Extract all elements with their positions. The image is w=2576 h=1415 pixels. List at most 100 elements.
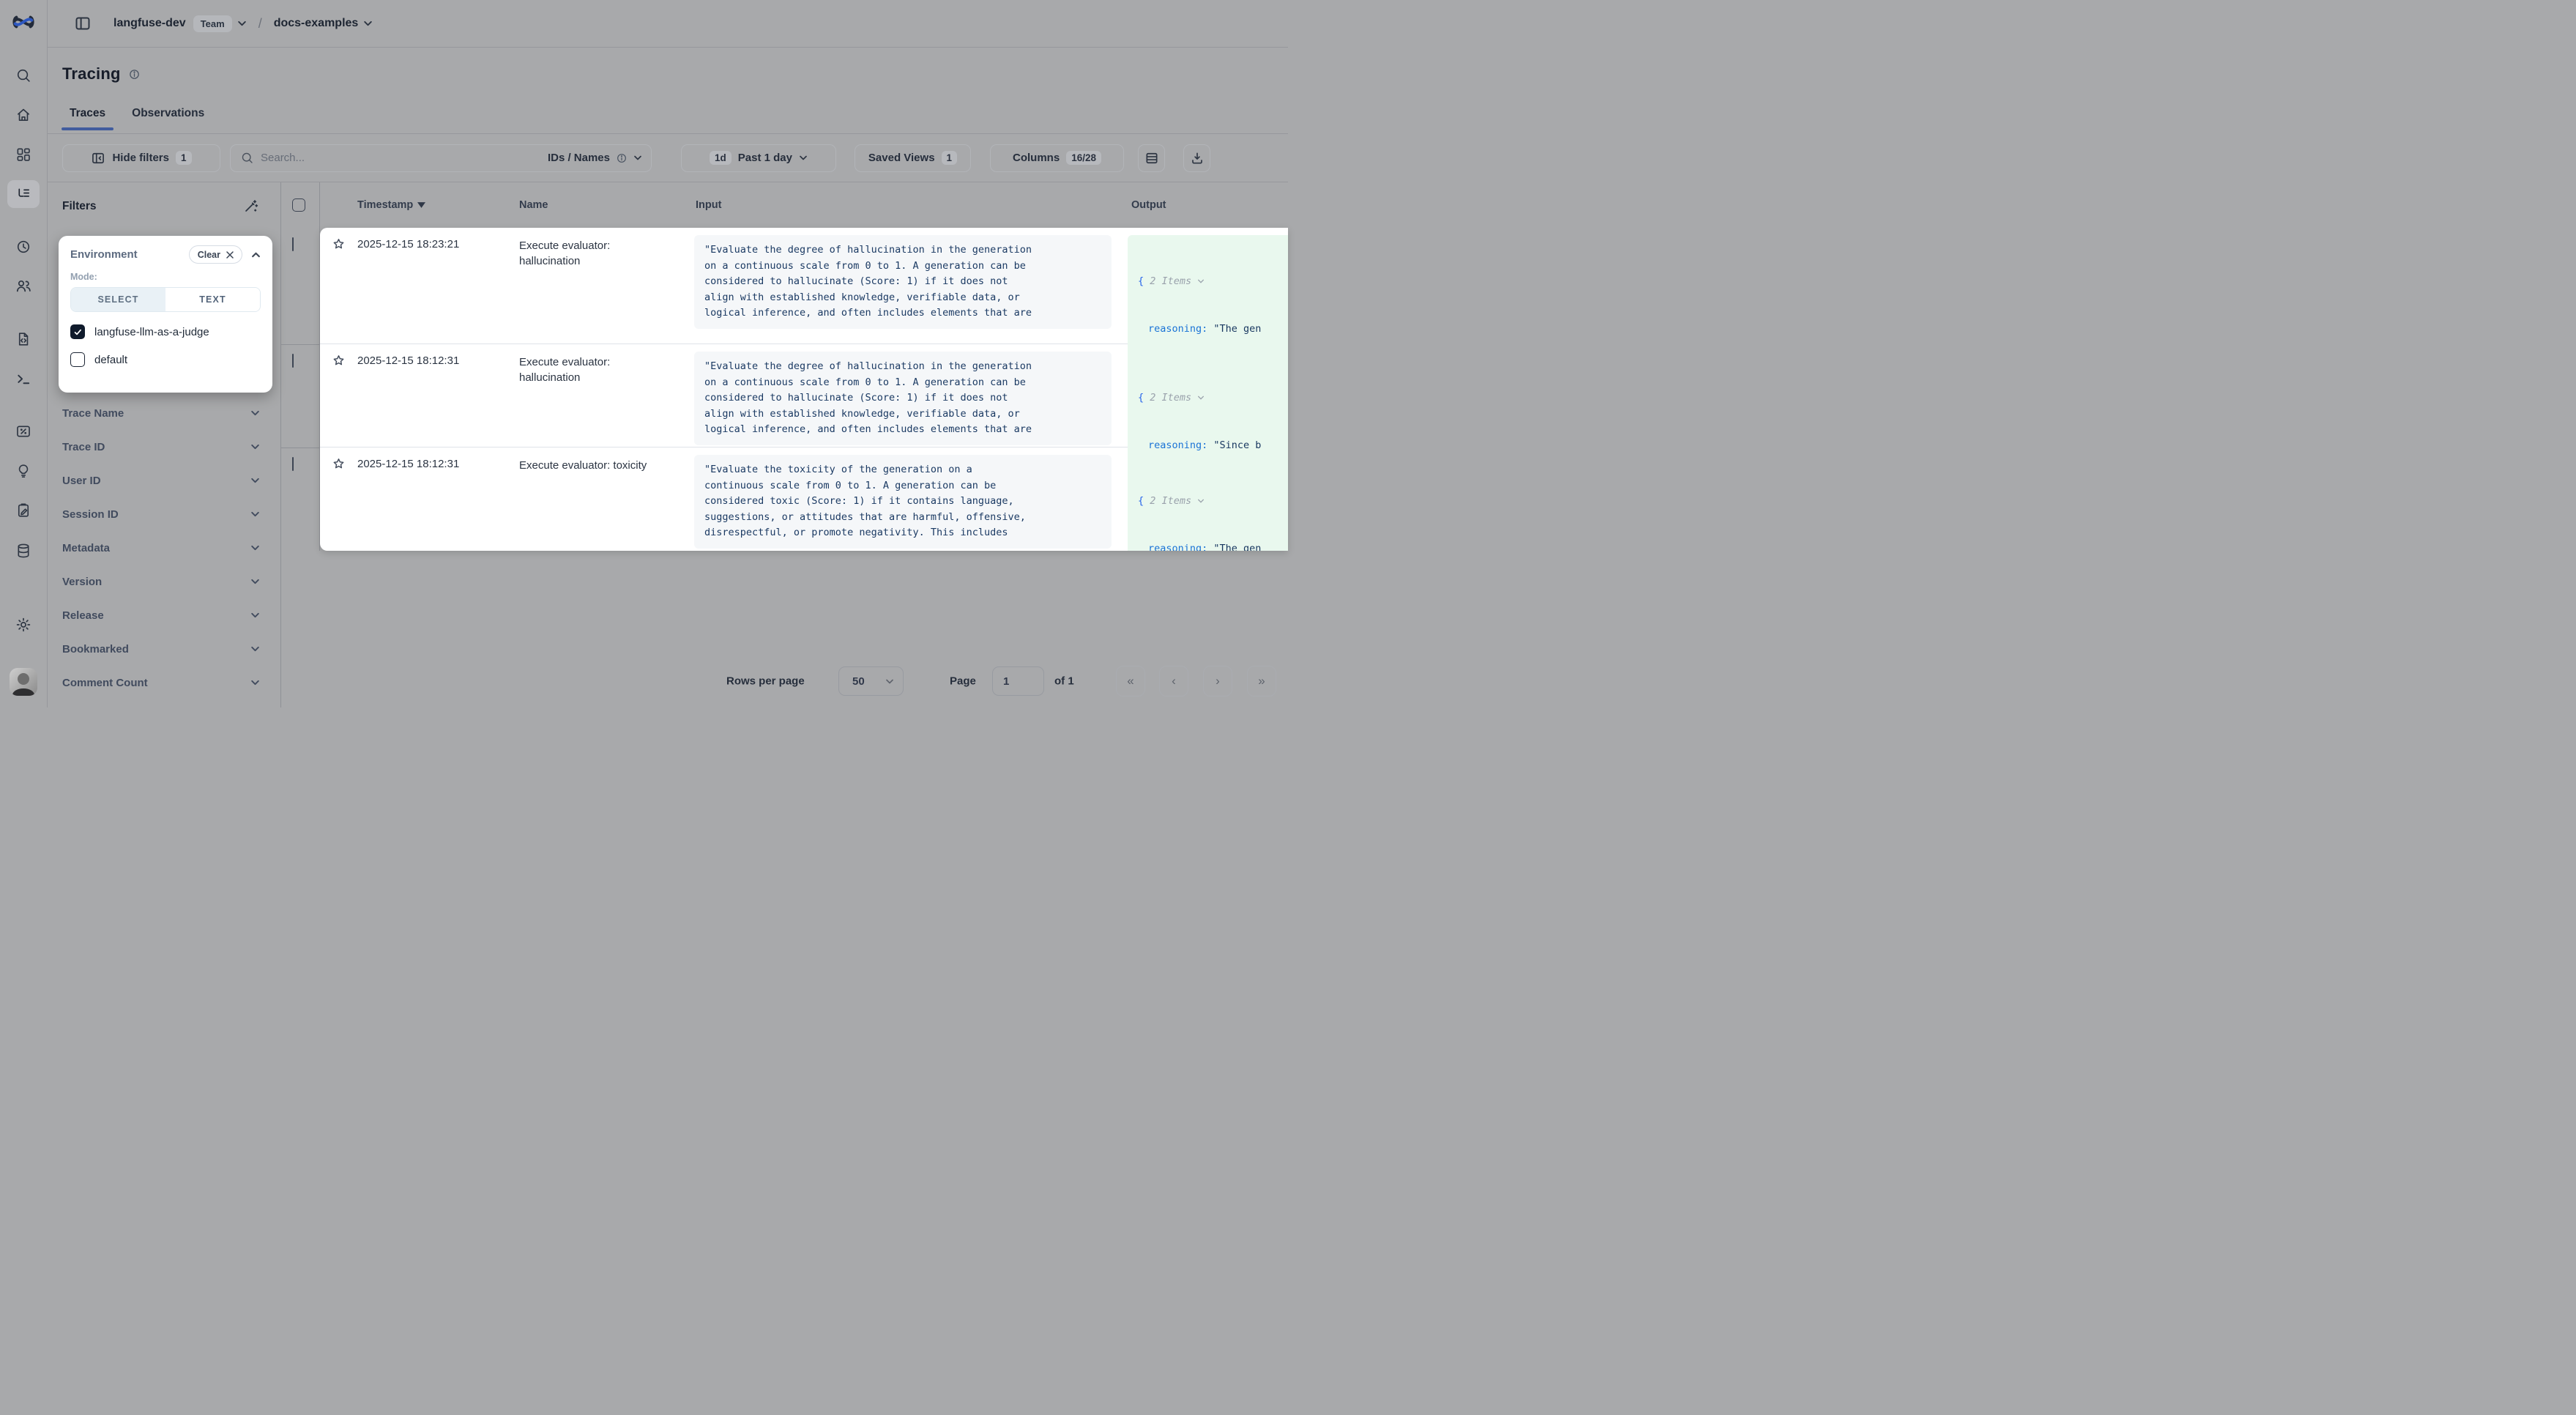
search-scope-select[interactable]: IDs / Names [548,152,642,164]
scores-percent-icon[interactable] [15,423,32,440]
home-icon[interactable] [15,107,32,124]
user-avatar[interactable] [10,668,37,696]
filters-heading: Filters [62,200,97,213]
row-height-button[interactable] [1138,144,1165,172]
filter-item-comment-count[interactable]: Comment Count [48,666,280,699]
playground-terminal-icon[interactable] [15,371,32,387]
table-row[interactable]: 2025-12-15 18:12:31 Execute evaluator: h… [320,344,1288,447]
page-number-input[interactable] [993,675,1043,688]
time-range-button[interactable]: 1d Past 1 day [681,144,836,172]
annotation-clipboard-icon[interactable] [15,502,32,519]
mode-label: Mode: [70,272,261,282]
last-page-button[interactable]: » [1247,666,1276,697]
trace-name: Execute evaluator: hallucination [519,354,670,385]
trace-input-preview[interactable]: "Evaluate the toxicity of the generation… [694,455,1112,549]
table-header: Timestamp Name Input Output [281,182,1288,228]
traces-table-body: 2025-12-15 18:23:21 Execute evaluator: h… [320,228,1288,551]
prompts-file-icon[interactable] [15,331,32,348]
search-bar[interactable]: IDs / Names [230,144,652,172]
breadcrumb-divider: / [258,16,262,31]
prev-page-button[interactable]: ‹ [1159,666,1188,697]
page-number-box [992,666,1044,696]
sidebar-item-tracing-active[interactable] [7,180,40,208]
wand-icon[interactable] [242,198,258,215]
filters-sidebar: Filters Environment Clear Mode: SELECT T… [48,182,281,708]
tab-observations[interactable]: Observations [124,103,212,133]
row-checkbox[interactable] [292,238,294,251]
table-toolbar: Hide filters 1 IDs / Names 1d Past 1 day… [48,134,1288,182]
column-header-output[interactable]: Output [1131,199,1166,211]
columns-button[interactable]: Columns 16/28 [990,144,1124,172]
project-chevron-down-icon[interactable] [363,20,373,27]
datasets-database-icon[interactable] [15,543,32,560]
mode-segmented-control: SELECT TEXT [70,287,261,312]
langfuse-traces-page: { "topbar": { "org": "langfuse-dev", "or… [0,0,1288,708]
trace-timestamp: 2025-12-15 18:23:21 [357,238,459,250]
filter-item-user-id[interactable]: User ID [48,464,280,497]
page-header: Tracing Traces Observations [48,48,1288,134]
filter-item-bookmarked[interactable]: Bookmarked [48,632,280,666]
bookmark-star-icon[interactable] [332,237,346,251]
filter-item-release[interactable]: Release [48,598,280,632]
rows-per-page-select[interactable]: 50 [838,666,904,696]
environment-filter-popover: Environment Clear Mode: SELECT TEXT lang… [59,236,272,393]
trace-input-preview[interactable]: "Evaluate the degree of hallucination in… [694,352,1112,445]
langfuse-logo[interactable] [12,12,35,31]
saved-views-count-badge: 1 [942,151,958,165]
expand-chevron-icon[interactable] [1197,278,1205,284]
tab-bar: Traces Observations [62,103,212,133]
column-header-name[interactable]: Name [519,199,548,211]
filter-item-version[interactable]: Version [48,565,280,598]
sidebar-toggle-icon[interactable] [74,15,92,32]
bookmark-star-icon[interactable] [332,354,346,368]
project-name[interactable]: docs-examples [274,17,359,30]
checkbox-unchecked-icon[interactable] [70,352,85,367]
filter-item-metadata[interactable]: Metadata [48,531,280,565]
column-header-input[interactable]: Input [696,199,721,211]
row-checkbox[interactable] [292,354,294,368]
page-title: Tracing [62,64,121,83]
checkbox-checked-icon[interactable] [70,324,85,339]
select-all-checkbox[interactable] [292,198,305,212]
environment-option-label: langfuse-llm-as-a-judge [94,326,209,338]
search-input[interactable] [261,152,548,164]
first-page-button[interactable]: « [1116,666,1145,697]
collapse-chevron-up-icon[interactable] [251,251,261,259]
row-checkbox[interactable] [292,458,294,471]
info-icon[interactable] [128,68,141,81]
tab-traces[interactable]: Traces [62,103,113,133]
row-select-column [281,228,320,551]
dashboards-icon[interactable] [15,146,32,163]
environment-option-row[interactable]: langfuse-llm-as-a-judge [70,321,261,343]
expand-chevron-icon[interactable] [1197,395,1205,401]
org-chevron-down-icon[interactable] [237,20,247,27]
table-row[interactable]: 2025-12-15 18:23:21 Execute evaluator: h… [320,228,1288,344]
environment-option-row[interactable]: default [70,349,261,371]
saved-views-button[interactable]: Saved Views 1 [855,144,971,172]
settings-gear-icon[interactable] [15,616,32,634]
org-name[interactable]: langfuse-dev [113,17,186,30]
table-row[interactable]: 2025-12-15 18:12:31 Execute evaluator: t… [320,447,1288,551]
mode-select-option[interactable]: SELECT [71,288,165,311]
next-page-button[interactable]: › [1203,666,1232,697]
trace-output-preview[interactable]: { 2 Items reasoning: "The gen dismissive… [1128,455,1288,551]
mode-text-option[interactable]: TEXT [165,288,260,311]
expand-chevron-icon[interactable] [1197,498,1205,504]
filter-item-trace-id[interactable]: Trace ID [48,430,280,464]
column-header-timestamp[interactable]: Timestamp [357,199,425,211]
environment-filter-title: Environment [70,248,189,261]
clear-filter-button[interactable]: Clear [189,245,242,264]
search-icon[interactable] [15,67,32,84]
trace-input-preview[interactable]: "Evaluate the degree of hallucination in… [694,235,1112,329]
trace-name: Execute evaluator: hallucination [519,238,670,269]
sessions-clock-icon[interactable] [15,239,32,256]
filter-item-session-id[interactable]: Session ID [48,497,280,531]
filter-item-trace-name[interactable]: Trace Name [48,396,280,430]
users-icon[interactable] [15,277,32,294]
evaluators-lightbulb-icon[interactable] [15,463,32,480]
page-of-label: of 1 [1054,675,1074,688]
download-button[interactable] [1183,144,1210,172]
trace-timestamp: 2025-12-15 18:12:31 [357,458,459,470]
hide-filters-button[interactable]: Hide filters 1 [62,144,220,172]
bookmark-star-icon[interactable] [332,457,346,471]
